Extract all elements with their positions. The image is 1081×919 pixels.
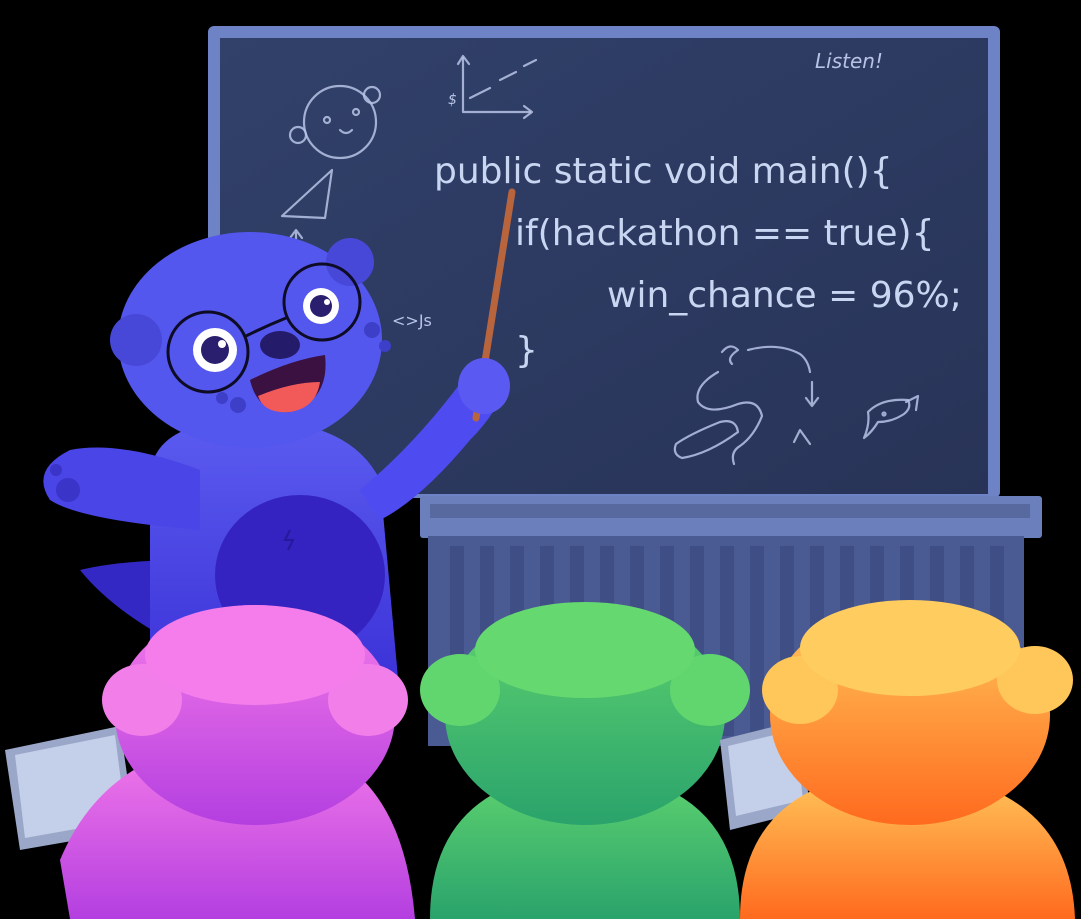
js-doodle-label: <>Js: [392, 311, 432, 330]
svg-text:$: $: [448, 92, 457, 108]
otter-ear-right: [326, 238, 374, 286]
code-line-2: if(hackathon == true){: [515, 213, 934, 254]
code-line-1: public static void main(){: [434, 151, 893, 192]
code-line-3: win_chance = 96%;: [607, 275, 962, 316]
classroom-illustration: Listen! $ <>Js public static void main()…: [5, 26, 1075, 919]
code-line-4: }: [515, 330, 538, 371]
otter-ear-left: [110, 314, 162, 366]
otter-hand: [458, 358, 510, 414]
corner-note: Listen!: [815, 49, 883, 73]
student-pink: [5, 605, 415, 919]
